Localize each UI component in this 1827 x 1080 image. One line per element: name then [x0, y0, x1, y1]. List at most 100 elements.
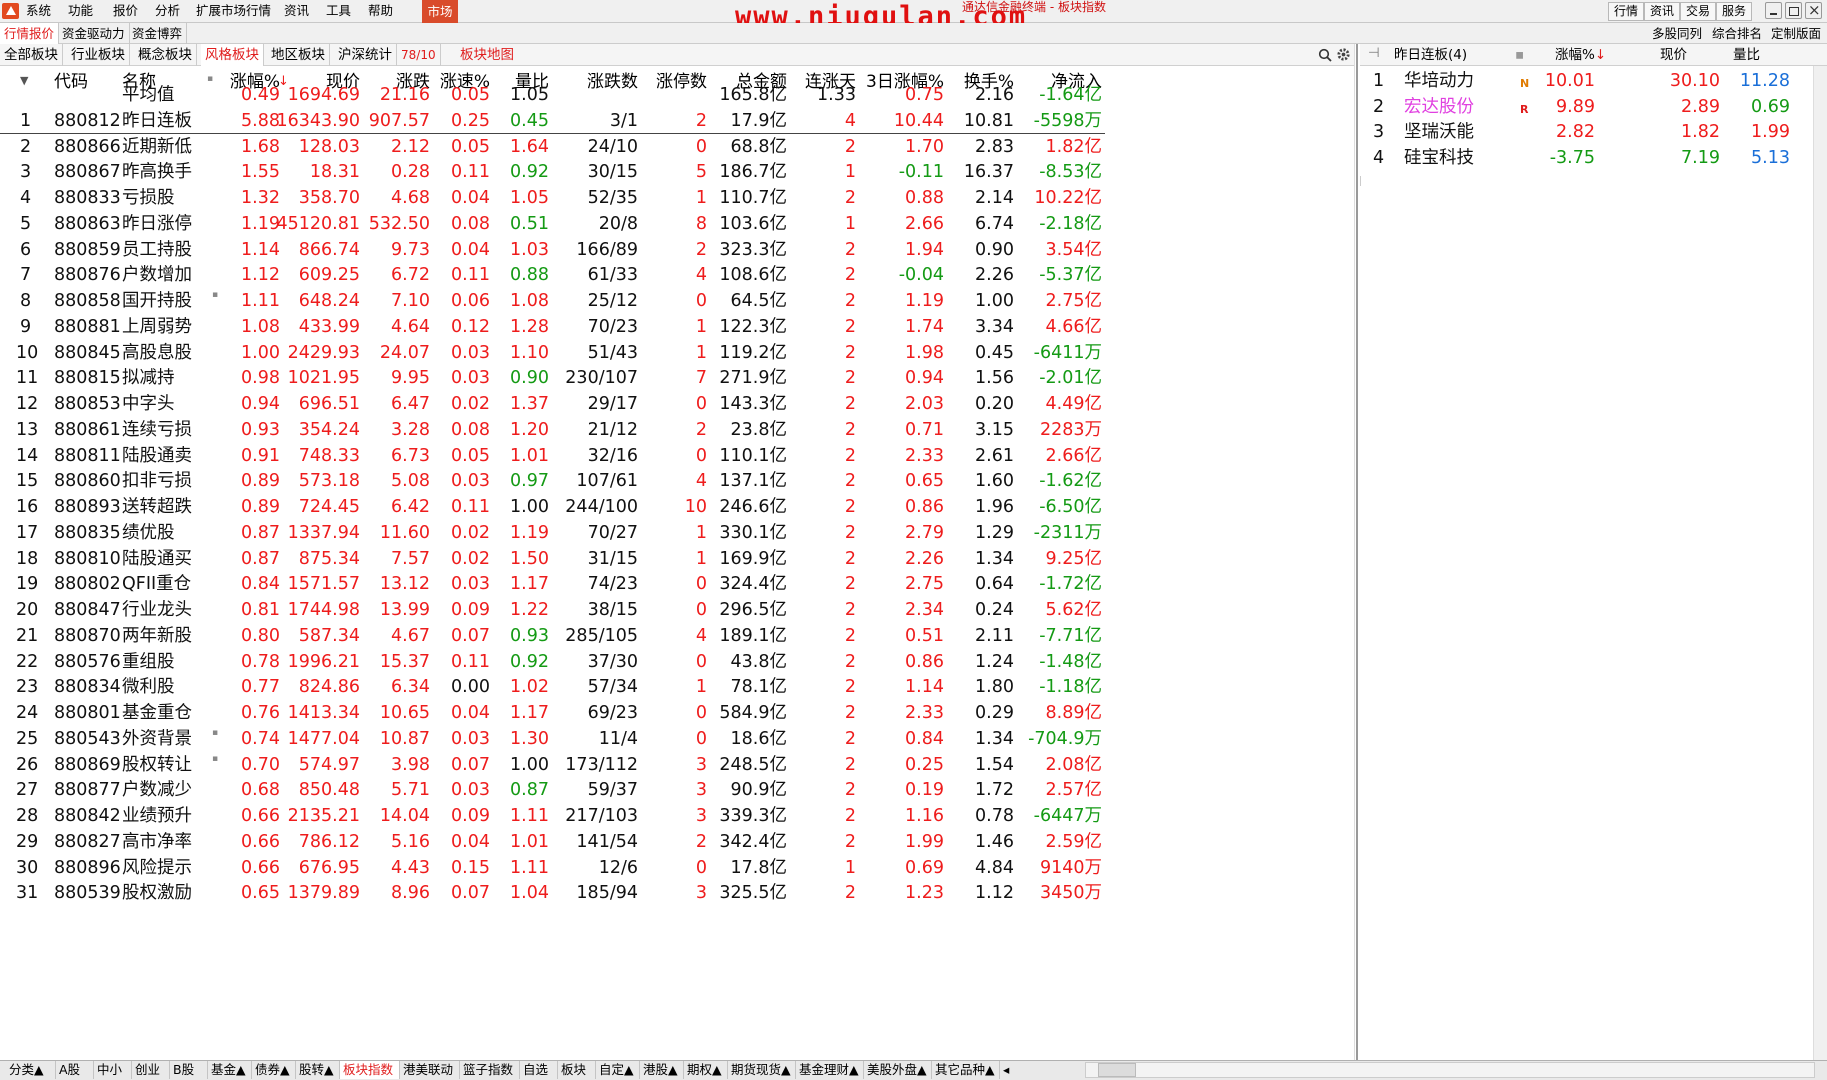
tab-composite-rank[interactable]: 综合排名	[1712, 26, 1762, 41]
menu-tools[interactable]: 工具	[326, 3, 351, 19]
cell-net-inflow: -1.72亿	[1039, 574, 1102, 594]
bottom-tab[interactable]: A股	[56, 1061, 94, 1079]
right-volume-ratio: 11.28	[1739, 71, 1790, 91]
cell-net-inflow: 3.54亿	[1045, 240, 1102, 260]
cell-code: 880867	[54, 162, 121, 182]
bottom-tab[interactable]: 中小	[94, 1061, 132, 1079]
right-header-price[interactable]: 现价	[1660, 47, 1687, 63]
row-index: 29	[16, 832, 39, 852]
cell-code: 880859	[54, 240, 121, 260]
cell-code: 880866	[54, 137, 121, 157]
cell-net-inflow: -5.37亿	[1039, 265, 1102, 285]
row-index: 14	[16, 446, 39, 466]
bottom-tab[interactable]: 美股外盘▲	[864, 1061, 932, 1079]
bottom-tab-scroll-icon[interactable]: ◂	[1000, 1061, 1014, 1079]
row-index: 4	[20, 188, 32, 208]
bottom-tab[interactable]: 期货现货▲	[728, 1061, 796, 1079]
horizontal-scrollbar[interactable]	[1085, 1062, 1815, 1078]
restore-icon[interactable]	[1785, 2, 1802, 19]
right-panel-separator	[1360, 176, 1361, 186]
menu-system[interactable]: 系统	[26, 3, 51, 19]
cell-net-inflow: 2.59亿	[1045, 832, 1102, 852]
tab-concept-boards[interactable]: 概念板块	[134, 44, 197, 66]
menu-function[interactable]: 功能	[68, 3, 93, 19]
tab-fund-drive[interactable]: 资金驱动力	[58, 23, 130, 44]
header-code[interactable]: 代码	[54, 71, 88, 93]
gear-icon[interactable]	[1336, 47, 1351, 62]
bottom-tab[interactable]: 自选	[520, 1061, 558, 1079]
tab-quote-list[interactable]: 行情报价	[0, 23, 60, 44]
cell-net-inflow: -7.71亿	[1039, 626, 1102, 646]
row-index: 16	[16, 497, 39, 517]
menu-quote[interactable]: 报价	[113, 3, 138, 19]
cell-net-inflow: 3450万	[1039, 883, 1102, 903]
tab-shsz-stats[interactable]: 沪深统计	[334, 44, 397, 66]
cell-net-inflow: 2.57亿	[1045, 780, 1102, 800]
bottom-tab[interactable]: 板块指数	[340, 1061, 400, 1079]
app-logo-icon[interactable]	[2, 3, 19, 19]
bottom-tab[interactable]: 债券▲	[252, 1061, 296, 1079]
bottom-tab[interactable]: 自定▲	[596, 1061, 640, 1079]
tab-all-boards[interactable]: 全部板块	[0, 44, 63, 66]
bottom-tab[interactable]: 篮子指数	[460, 1061, 520, 1079]
right-panel-header: ⊣ 昨日连板(4) ▪ 涨幅%↓ 现价 量比	[1360, 44, 1827, 66]
close-icon[interactable]	[1805, 1, 1822, 19]
cell-net-inflow: 2.75亿	[1045, 291, 1102, 311]
bottom-tab[interactable]: 港股▲	[640, 1061, 684, 1079]
pin-icon[interactable]: ⊣	[1368, 45, 1380, 61]
row-index: 30	[16, 858, 39, 878]
top-button-trade[interactable]: 交易	[1680, 2, 1716, 21]
cell-code: 880853	[54, 394, 121, 414]
bottom-tab[interactable]: 其它品种▲	[932, 1061, 1000, 1079]
cell-net-inflow: 9.25亿	[1045, 549, 1102, 569]
menu-help[interactable]: 帮助	[368, 3, 393, 19]
bottom-tab[interactable]: B股	[170, 1061, 208, 1079]
right-stock-name: 宏达股份	[1404, 97, 1474, 117]
cell-code: 880876	[54, 265, 121, 285]
bottom-tab[interactable]: 板块	[558, 1061, 596, 1079]
tab-style-boards[interactable]: 风格板块	[201, 44, 264, 66]
layout-tab-bar: 多股同列 综合排名 定制版面	[1644, 23, 1827, 44]
row-index: 8	[20, 291, 32, 311]
menu-extended-market[interactable]: 扩展市场行情	[196, 3, 271, 19]
bottom-tab[interactable]: 港美联动	[400, 1061, 460, 1079]
tab-multi-stock[interactable]: 多股同列	[1652, 26, 1702, 41]
bottom-tab[interactable]: 分类▲	[6, 1061, 56, 1079]
top-button-quote[interactable]: 行情	[1608, 2, 1644, 21]
tab-custom-layout[interactable]: 定制版面	[1771, 26, 1821, 41]
right-header-change[interactable]: 涨幅%↓	[1555, 47, 1606, 63]
row-index: 21	[16, 626, 39, 646]
tab-industry-boards[interactable]: 行业板块	[67, 44, 130, 66]
cell-code: 880812	[54, 111, 121, 131]
bottom-tab[interactable]: 创业	[132, 1061, 170, 1079]
panel-splitter[interactable]	[1356, 44, 1358, 1060]
top-button-service[interactable]: 服务	[1716, 2, 1752, 21]
tab-region-boards[interactable]: 地区板块	[267, 44, 330, 66]
minimize-icon[interactable]	[1765, 2, 1782, 19]
search-icon[interactable]	[1318, 48, 1332, 62]
row-index: 18	[16, 549, 39, 569]
tab-fund-game[interactable]: 资金博弈	[128, 23, 188, 44]
tab-board-map[interactable]: 板块地图	[456, 44, 518, 66]
bottom-tab[interactable]: 基金理财▲	[796, 1061, 864, 1079]
right-volume-ratio: 5.13	[1751, 148, 1790, 168]
bottom-tab[interactable]: 基金▲	[208, 1061, 252, 1079]
top-button-news[interactable]: 资讯	[1644, 2, 1680, 21]
menu-market[interactable]: 市场	[422, 0, 458, 23]
sort-toggle-icon[interactable]: ▼	[20, 70, 28, 92]
cell-net-inflow: -1.18亿	[1039, 677, 1102, 697]
menu-news[interactable]: 资讯	[284, 3, 309, 19]
board-tab-bar: 全部板块 行业板块 概念板块 风格板块 地区板块 沪深统计 78/10 板块地图	[0, 44, 1355, 66]
bottom-tab[interactable]: 期权▲	[684, 1061, 728, 1079]
cell-net-inflow: 2.66亿	[1045, 446, 1102, 466]
horizontal-scroll-thumb[interactable]	[1098, 1063, 1136, 1077]
cell-code: 880861	[54, 420, 121, 440]
right-header-volratio[interactable]: 量比	[1733, 47, 1760, 63]
bottom-tab[interactable]: 股转▲	[296, 1061, 340, 1079]
cell-code: 880810	[54, 549, 121, 569]
right-panel-scrollbar[interactable]	[1813, 66, 1827, 1060]
cell-code: 880893	[54, 497, 121, 517]
panel-divider-line	[1354, 44, 1355, 1060]
menu-analysis[interactable]: 分析	[155, 3, 180, 19]
right-row-index: 2	[1373, 97, 1385, 117]
